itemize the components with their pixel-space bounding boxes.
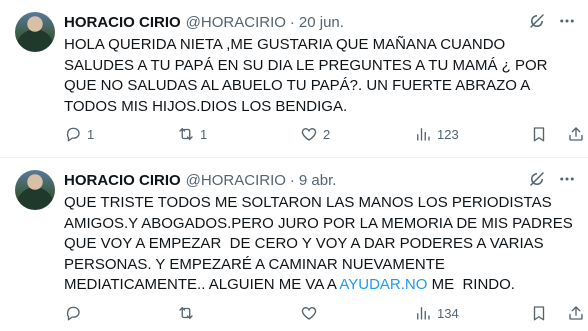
- bookmark-icon: [533, 127, 545, 142]
- heart-icon: [301, 128, 317, 141]
- views-count: 134: [437, 305, 459, 321]
- share-icon: [569, 127, 583, 141]
- grok-icon[interactable]: [528, 12, 546, 30]
- tweet-header: HORACIO CIRIO @HORACIRIO · 20 jun.: [64, 12, 576, 32]
- share-icon: [569, 306, 583, 320]
- tweet-date[interactable]: 9 abr.: [299, 172, 337, 189]
- tweet-actions: 1 1 2 123: [64, 123, 583, 145]
- retweet-button[interactable]: 1: [177, 125, 207, 143]
- tweet[interactable]: HORACIO CIRIO @HORACIRIO · 9 abr. QUE TR…: [0, 158, 588, 331]
- like-count: 2: [323, 126, 331, 142]
- tweet-header: HORACIO CIRIO @HORACIRIO · 9 abr.: [64, 170, 576, 190]
- avatar[interactable]: [15, 170, 55, 210]
- like-button[interactable]: 2: [300, 125, 330, 143]
- tweet-date[interactable]: 20 jun.: [299, 14, 344, 31]
- more-icon[interactable]: [558, 170, 576, 188]
- retweet-button[interactable]: [177, 304, 200, 322]
- tweet-text: HOLA QUERIDA NIETA ,ME GUSTARIA QUE MAÑA…: [64, 36, 552, 115]
- tweet-text-part: ME RINDO.: [427, 276, 515, 293]
- reply-button[interactable]: [64, 304, 87, 322]
- tweet[interactable]: HORACIO CIRIO @HORACIRIO · 20 jun. HOLA …: [0, 0, 588, 158]
- tweet-actions: 134: [64, 302, 583, 324]
- share-button[interactable]: [567, 304, 585, 322]
- reply-icon: [66, 306, 80, 321]
- author-name[interactable]: HORACIO CIRIO: [64, 14, 181, 31]
- separator: ·: [289, 13, 295, 31]
- reply-button[interactable]: 1: [64, 125, 94, 143]
- more-icon[interactable]: [558, 12, 576, 30]
- author-handle[interactable]: @HORACIRIO: [186, 14, 286, 31]
- bookmark-button[interactable]: [530, 125, 548, 143]
- grok-icon[interactable]: [528, 170, 546, 188]
- views-icon: [417, 307, 430, 320]
- tweet-text: QUE TRISTE TODOS ME SOLTARON LAS MANOS L…: [64, 193, 578, 296]
- views-count: 123: [437, 126, 459, 142]
- retweet-icon: [179, 307, 193, 319]
- like-button[interactable]: [300, 304, 323, 322]
- author-name[interactable]: HORACIO CIRIO: [64, 172, 181, 189]
- bookmark-icon: [533, 306, 545, 321]
- views-button[interactable]: 123: [414, 125, 459, 143]
- views-icon: [417, 128, 430, 141]
- tweet-header-icons: [528, 12, 576, 30]
- share-button[interactable]: [567, 125, 585, 143]
- tweet-header-icons: [528, 170, 576, 188]
- bookmark-button[interactable]: [530, 304, 548, 322]
- retweet-icon: [179, 128, 193, 140]
- author-handle[interactable]: @HORACIRIO: [186, 172, 286, 189]
- separator: ·: [289, 171, 295, 189]
- reply-icon: [66, 127, 80, 142]
- avatar[interactable]: [15, 12, 55, 52]
- tweet-link[interactable]: AYUDAR.NO: [339, 276, 427, 293]
- reply-count: 1: [87, 126, 95, 142]
- retweet-count: 1: [200, 126, 208, 142]
- heart-icon: [301, 307, 317, 320]
- views-button[interactable]: 134: [414, 304, 459, 322]
